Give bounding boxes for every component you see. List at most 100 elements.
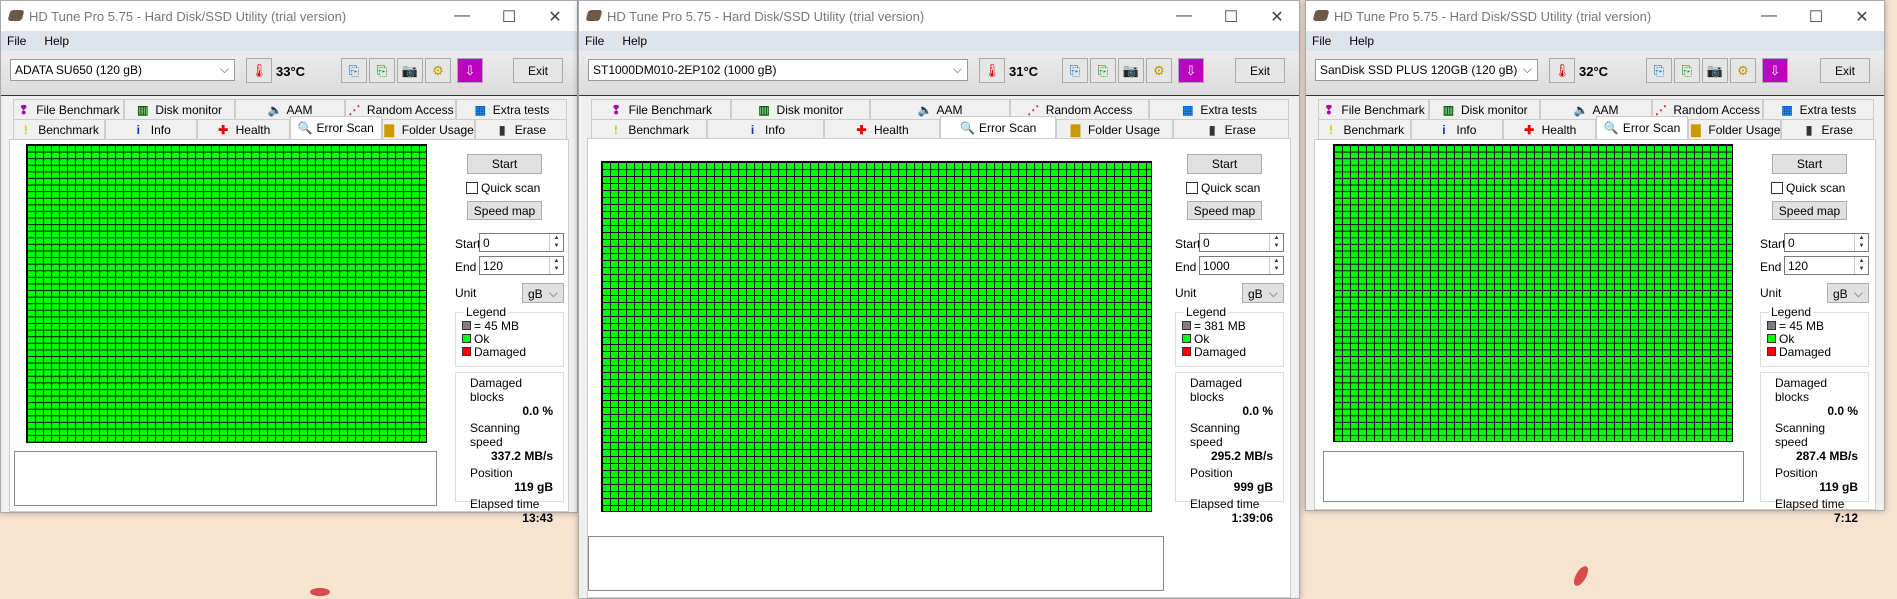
tab-health[interactable]: ✚ Health (1503, 119, 1596, 139)
tab-error-scan[interactable]: 🔍 Error Scan (289, 116, 382, 139)
tab-erase[interactable]: ▮ Erase (474, 119, 567, 139)
close-button[interactable]: ✕ (1267, 7, 1287, 27)
menu-help[interactable]: Help (44, 34, 69, 48)
tab-disk-monitor[interactable]: ▥ Disk monitor (730, 99, 871, 119)
menu-file[interactable]: File (7, 34, 26, 48)
unit-select[interactable]: gB ⌵ (522, 283, 564, 303)
end-input[interactable]: 1000 ▲ ▼ (1199, 256, 1284, 275)
options-button[interactable]: ⚙ (425, 58, 451, 83)
drive-select[interactable]: SanDisk SSD PLUS 120GB (120 gB) ⌵ (1315, 59, 1538, 81)
spinner-arrows-icon[interactable]: ▲ ▼ (549, 257, 563, 274)
menu-help[interactable]: Help (1349, 34, 1374, 48)
tab-extra-tests[interactable]: ▦ Extra tests (1762, 99, 1875, 119)
screenshot-button[interactable]: 📷 (1702, 58, 1728, 83)
spinner-arrows-icon[interactable]: ▲ ▼ (1269, 257, 1283, 274)
tab-benchmark[interactable]: ! Benchmark (1318, 119, 1411, 139)
copy-screenshot-button[interactable]: ⎘ (1674, 58, 1700, 83)
speed-map-button[interactable]: Speed map (467, 201, 542, 220)
tab-error-scan[interactable]: 🔍 Error Scan (939, 116, 1057, 139)
scanning-speed-label: Scanning speed (470, 421, 521, 449)
menu-file[interactable]: File (1312, 34, 1331, 48)
speed-map-button[interactable]: Speed map (1772, 201, 1847, 220)
drive-select[interactable]: ST1000DM010-2EP102 (1000 gB) ⌵ (588, 59, 968, 81)
minimize-button[interactable]: — (1759, 7, 1779, 25)
start-button[interactable]: Start (1772, 154, 1847, 174)
exit-button[interactable]: Exit (513, 58, 563, 83)
temperature-button[interactable]: 🌡 (979, 58, 1005, 83)
tab-info[interactable]: i Info (707, 119, 824, 139)
tab-error-scan[interactable]: 🔍 Error Scan (1595, 116, 1689, 139)
minimize-button[interactable]: — (1174, 7, 1194, 25)
tab-disk-monitor[interactable]: ▥ Disk monitor (1429, 99, 1541, 119)
start-input[interactable]: 0 ▲ ▼ (479, 233, 564, 252)
exit-button[interactable]: Exit (1235, 58, 1285, 83)
screenshot-button[interactable]: 📷 (397, 58, 423, 83)
tab-info[interactable]: i Info (105, 119, 198, 139)
tab-file-benchmark[interactable]: ❢ File Benchmark (591, 99, 731, 119)
file-benchmark-icon: ❢ (611, 102, 622, 117)
spinner-arrows-icon[interactable]: ▲ ▼ (549, 234, 563, 251)
spinner-arrows-icon[interactable]: ▲ ▼ (1854, 257, 1868, 274)
close-button[interactable]: ✕ (545, 7, 565, 27)
tab-disk-monitor[interactable]: ▥ Disk monitor (123, 99, 235, 119)
chevron-down-icon: ⌵ (1522, 62, 1532, 76)
tab-extra-tests[interactable]: ▦ Extra tests (456, 99, 567, 119)
save-button[interactable]: ⇩ (1762, 58, 1788, 83)
save-button[interactable]: ⇩ (1178, 58, 1204, 83)
tab-health[interactable]: ✚ Health (197, 119, 290, 139)
start-button[interactable]: Start (1187, 154, 1262, 174)
maximize-button[interactable]: ☐ (1221, 7, 1241, 27)
start-input[interactable]: 0 ▲ ▼ (1199, 233, 1284, 252)
copy-info-button[interactable]: ⎘ (1646, 58, 1672, 83)
maximize-button[interactable]: ☐ (499, 7, 519, 27)
menu-help[interactable]: Help (622, 34, 647, 48)
start-input[interactable]: 0 ▲ ▼ (1784, 233, 1869, 252)
minimize-button[interactable]: — (452, 7, 472, 25)
screenshot-button[interactable]: 📷 (1118, 58, 1144, 83)
temperature-button[interactable]: 🌡 (246, 58, 272, 83)
speed-map-button[interactable]: Speed map (1187, 201, 1262, 220)
menu-file[interactable]: File (585, 34, 604, 48)
tab-info[interactable]: i Info (1410, 119, 1504, 139)
options-button[interactable]: ⚙ (1146, 58, 1172, 83)
start-button[interactable]: Start (467, 154, 542, 174)
tab-erase[interactable]: ▮ Erase (1781, 119, 1875, 139)
save-button[interactable]: ⇩ (457, 58, 483, 83)
checkbox-box[interactable] (1771, 182, 1783, 194)
tab-folder-usage[interactable]: ▇ Folder Usage (1056, 119, 1173, 139)
end-input[interactable]: 120 ▲ ▼ (479, 256, 564, 275)
checkbox-box[interactable] (466, 182, 478, 194)
tab-health[interactable]: ✚ Health (823, 119, 940, 139)
quick-scan-checkbox[interactable]: Quick scan (1771, 181, 1845, 195)
tab-folder-usage[interactable]: ▇ Folder Usage (381, 119, 475, 139)
spinner-arrows-icon[interactable]: ▲ ▼ (1269, 234, 1283, 251)
tab-folder-usage[interactable]: ▇ Folder Usage (1688, 119, 1782, 139)
options-button[interactable]: ⚙ (1730, 58, 1756, 83)
drive-select[interactable]: ADATA SU650 (120 gB) ⌵ (10, 59, 235, 81)
quick-scan-checkbox[interactable]: Quick scan (1186, 181, 1260, 195)
tab-extra-tests[interactable]: ▦ Extra tests (1149, 99, 1289, 119)
end-input[interactable]: 120 ▲ ▼ (1784, 256, 1869, 275)
damaged-blocks-value: 0.0 % (522, 404, 553, 418)
close-button[interactable]: ✕ (1852, 7, 1872, 27)
quick-scan-label: Quick scan (481, 181, 541, 195)
quick-scan-checkbox[interactable]: Quick scan (466, 181, 540, 195)
tab-file-benchmark[interactable]: ❢ File Benchmark (1318, 99, 1430, 119)
maximize-button[interactable]: ☐ (1806, 7, 1826, 27)
spinner-arrows-icon[interactable]: ▲ ▼ (1854, 234, 1868, 251)
tab-benchmark[interactable]: ! Benchmark (13, 119, 106, 139)
exit-button[interactable]: Exit (1820, 58, 1870, 83)
checkbox-box[interactable] (1186, 182, 1198, 194)
temperature-button[interactable]: 🌡 (1549, 58, 1575, 83)
tab-benchmark[interactable]: ! Benchmark (591, 119, 708, 139)
tab-erase[interactable]: ▮ Erase (1172, 119, 1289, 139)
copy-screenshot-button[interactable]: ⎘ (369, 58, 395, 83)
copy-info-button[interactable]: ⎘ (341, 58, 367, 83)
copy-screenshot-button[interactable]: ⎘ (1090, 58, 1116, 83)
copy-info-button[interactable]: ⎘ (1062, 58, 1088, 83)
unit-select[interactable]: gB ⌵ (1242, 283, 1284, 303)
unit-select[interactable]: gB ⌵ (1827, 283, 1869, 303)
magnifier-icon: 🔍 (297, 121, 313, 135)
tab-file-benchmark[interactable]: ❢ File Benchmark (13, 99, 124, 119)
elapsed-time-value: 1:39:06 (1231, 511, 1273, 525)
